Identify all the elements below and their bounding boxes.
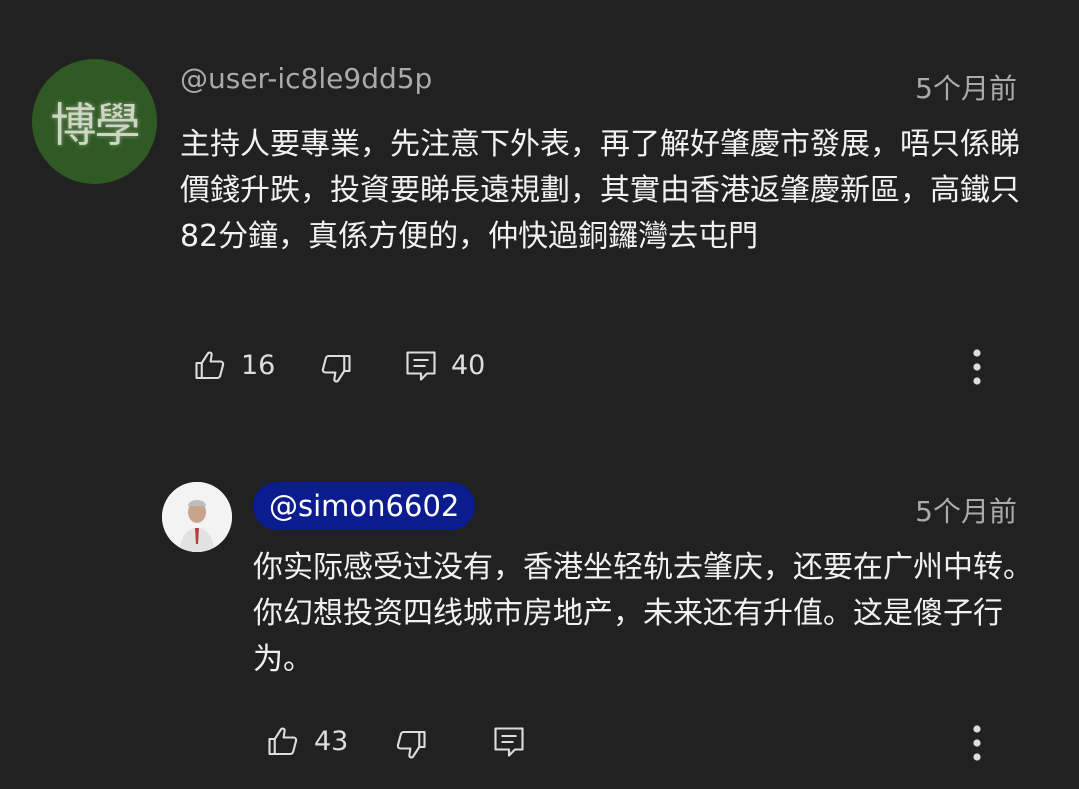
more-vertical-icon[interactable] (966, 346, 988, 388)
reply-handle-highlight[interactable]: @simon6602 (253, 482, 476, 530)
reply-count[interactable]: 40 (451, 344, 485, 388)
comment-timestamp[interactable]: 5个月前 (915, 70, 1017, 108)
comment-actions: 16 40 (0, 344, 1079, 390)
reply-icon[interactable] (403, 348, 439, 384)
person-photo-icon (162, 482, 232, 552)
reply-handle: @simon6602 (269, 489, 460, 523)
thumbs-up-icon[interactable] (192, 348, 228, 384)
like-count: 43 (314, 726, 349, 757)
like-count: 16 (241, 350, 276, 381)
more-vertical-icon[interactable] (966, 722, 988, 764)
reply-timestamp[interactable]: 5个月前 (915, 493, 1017, 531)
thumbs-up-icon[interactable] (265, 724, 301, 760)
commenter-avatar[interactable]: 博學 (32, 59, 157, 184)
reply-text: 你实际感受过没有，香港坐轻轨去肇庆，还要在广州中转。你幻想投资四线城市房地产，未… (253, 550, 1033, 677)
avatar-text: 博學 (50, 97, 141, 152)
reply-actions: 43 (0, 720, 1079, 766)
reply-icon[interactable] (491, 724, 527, 760)
reply-avatar[interactable] (162, 482, 232, 552)
thumbs-down-icon[interactable] (393, 726, 429, 762)
commenter-handle[interactable]: @user-ic8le9dd5p (180, 60, 432, 98)
comment-text: 主持人要專業，先注意下外表，再了解好肇慶市發展，唔只係睇價錢升跌，投資要睇長遠規… (180, 127, 1020, 254)
thumbs-down-icon[interactable] (318, 350, 354, 386)
